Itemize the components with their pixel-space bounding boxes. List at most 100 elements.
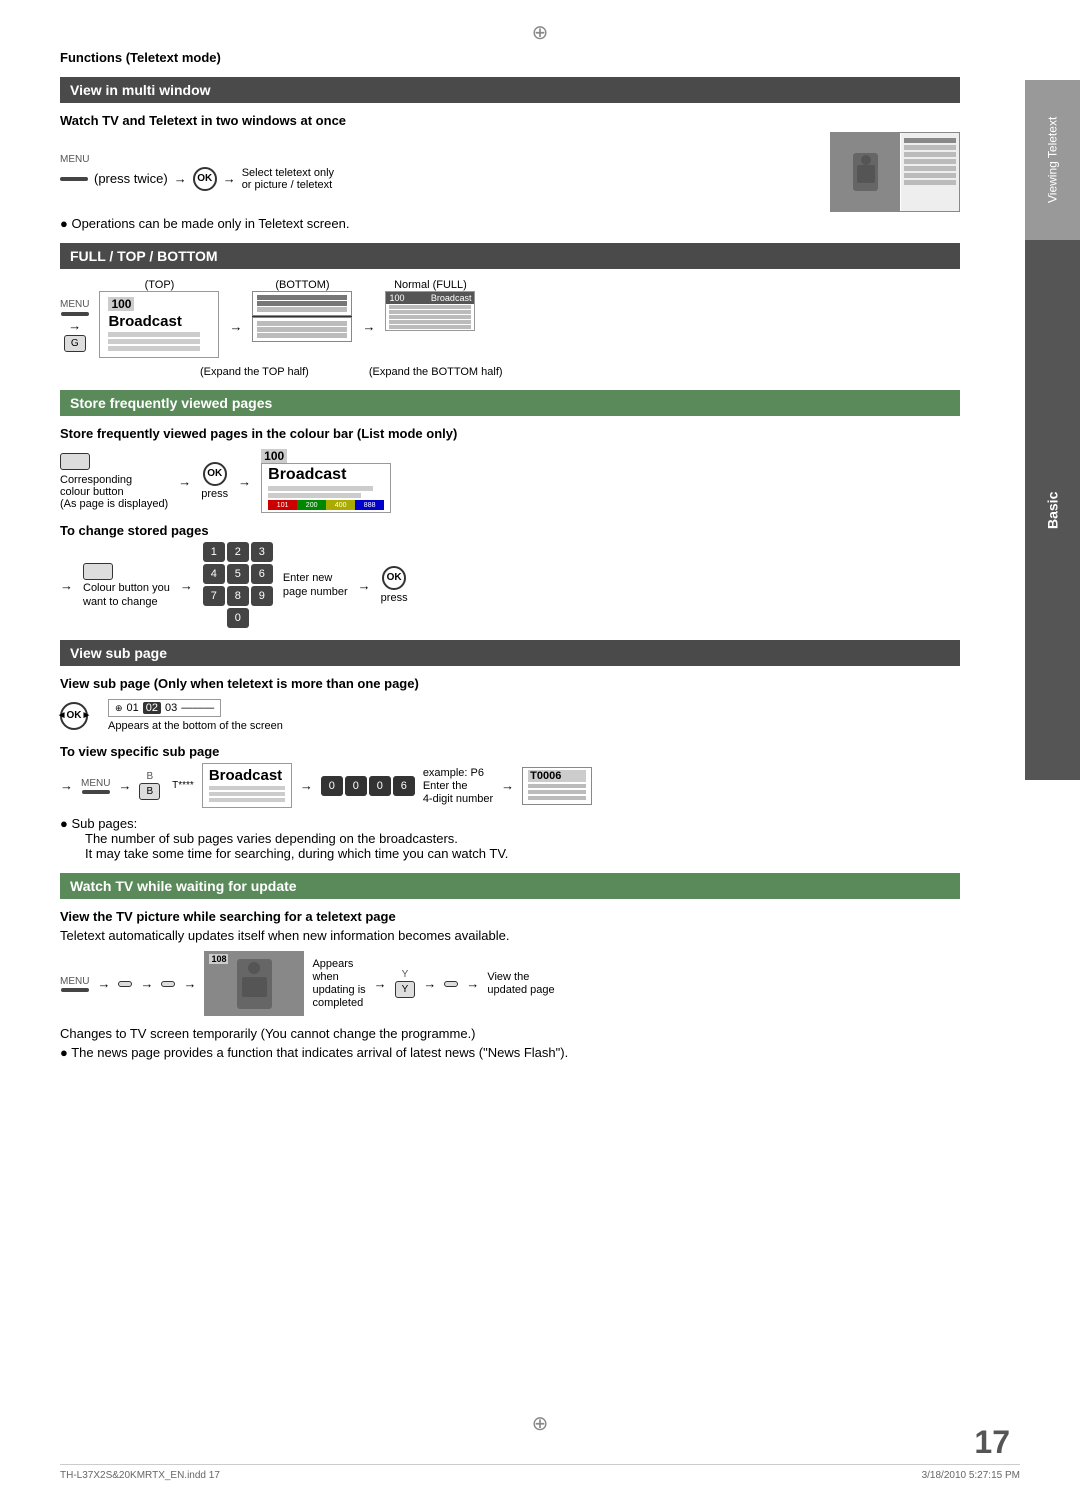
- full-top-bottom-header: FULL / TOP / BOTTOM: [60, 243, 960, 269]
- dual-window-illustration: [830, 132, 960, 212]
- sidebar-viewing-teletext: Viewing Teletext: [1025, 80, 1080, 240]
- digit-0-3[interactable]: 0: [369, 776, 391, 796]
- nav-btn-wt1[interactable]: [118, 981, 132, 987]
- key-5[interactable]: 5: [227, 564, 249, 584]
- specific-sub-diagram: → MENU → B B T**** Broadcast: [60, 763, 960, 808]
- menu-label: MENU: [60, 154, 89, 165]
- menu-btn-ss[interactable]: [82, 790, 110, 794]
- expand-bottom-label: (Expand the BOTTOM half): [369, 366, 503, 378]
- watch-tv-header: Watch TV while waiting for update: [60, 873, 960, 899]
- functions-title-section: Functions (Teletext mode): [60, 50, 960, 65]
- top-half-box: [252, 291, 352, 316]
- view-sub-page-subtitle: View sub page (Only when teletext is mor…: [60, 676, 960, 691]
- change-stored-title: To change stored pages: [60, 523, 960, 538]
- menu-button[interactable]: [60, 177, 88, 181]
- ok-button-multi[interactable]: OK: [193, 167, 217, 191]
- digit-label: 4-digit number: [423, 793, 493, 805]
- appears-wt: Appears: [312, 958, 365, 970]
- menu-btn-wt[interactable]: [61, 988, 89, 992]
- key-1[interactable]: 1: [203, 542, 225, 562]
- y-label-wt: Y: [402, 969, 409, 980]
- arrow-ftb3: →: [362, 319, 375, 334]
- bottom-half-box: [252, 317, 352, 342]
- view-label-wt: View the: [487, 971, 554, 983]
- broadcast-box-top: 100 Broadcast: [99, 291, 219, 358]
- watch-tv-subtitle: View the TV picture while searching for …: [60, 909, 960, 924]
- subpage-indicator: ⊕ 01 02 03 ———: [108, 699, 221, 717]
- page-footer: TH-L37X2S&20KMRTX_EN.indd 17 3/18/2010 5…: [60, 1464, 1020, 1481]
- arrow-sp2: →: [238, 474, 251, 489]
- full-top-bottom-section: FULL / TOP / BOTTOM MENU → G (TOP) 100 B…: [60, 243, 960, 378]
- key-0[interactable]: 0: [227, 608, 249, 628]
- changes-note: Changes to TV screen temporarily (You ca…: [60, 1026, 960, 1041]
- ftb-menu-label: MENU: [60, 299, 89, 310]
- sub-page-nav-diagram: ◄OK► ⊕ 01 02 03 ——— Appears at the botto…: [60, 699, 960, 732]
- b-btn-ss[interactable]: B: [139, 783, 160, 800]
- ok-btn-sp[interactable]: OK: [203, 462, 227, 486]
- nav-btn-wt3[interactable]: [444, 981, 458, 987]
- page-108-badge: 108: [209, 954, 228, 964]
- right-sidebar: Viewing Teletext Basic: [1025, 80, 1080, 780]
- page-wrapper: ⊕ Viewing Teletext Basic Functions (Tele…: [0, 0, 1080, 1491]
- y-btn-wt[interactable]: Y: [395, 981, 416, 998]
- arrow-sp1: →: [178, 474, 191, 489]
- bottom-label: (BOTTOM): [275, 279, 329, 291]
- footer-left: TH-L37X2S&20KMRTX_EN.indd 17: [60, 1470, 220, 1481]
- specific-sub-title: To view specific sub page: [60, 744, 960, 759]
- broadcast-store-box: 100 Broadcast 101 200: [261, 449, 391, 513]
- ok-btn-ch[interactable]: OK: [382, 566, 406, 590]
- nav-btn-wt2[interactable]: [161, 981, 175, 987]
- corresponding-label: Corresponding: [60, 474, 168, 486]
- change-colour-btn[interactable]: [83, 563, 113, 580]
- or-label: or picture / teletext: [242, 179, 334, 191]
- left-nav-btn[interactable]: ◄OK►: [60, 702, 88, 730]
- key-9[interactable]: 9: [251, 586, 273, 606]
- watch-tv-diagram: MENU → → → 108 Appears: [60, 951, 960, 1016]
- sub-pages-note: ● Sub pages: The number of sub pages var…: [60, 816, 960, 861]
- colour-btn-display[interactable]: [60, 453, 90, 470]
- crosshair-top: ⊕: [532, 20, 549, 45]
- arrow-ss2: →: [300, 778, 313, 793]
- store-pages-diagram: Corresponding colour button (As page is …: [60, 449, 960, 513]
- key-2[interactable]: 2: [227, 542, 249, 562]
- key-3[interactable]: 3: [251, 542, 273, 562]
- key-6[interactable]: 6: [251, 564, 273, 584]
- enter-label: Enter the: [423, 780, 493, 792]
- menu-label-wt: MENU: [60, 976, 89, 987]
- functions-title: Functions (Teletext mode): [60, 50, 221, 65]
- key-8[interactable]: 8: [227, 586, 249, 606]
- press-label2: press: [381, 592, 408, 604]
- as-page-label: (As page is displayed): [60, 498, 168, 510]
- key-4[interactable]: 4: [203, 564, 225, 584]
- t0006-box: T0006: [522, 767, 592, 805]
- page-number: 17: [974, 1424, 1010, 1461]
- key-7[interactable]: 7: [203, 586, 225, 606]
- page-number-label: page number: [283, 586, 348, 598]
- updated-label-wt: updated page: [487, 984, 554, 996]
- arrow-ch2: →: [358, 578, 371, 593]
- store-pages-note: (List mode only): [357, 426, 457, 441]
- normal-full-label: Normal (FULL): [394, 279, 467, 291]
- main-content: Functions (Teletext mode) View in multi …: [60, 50, 960, 1060]
- broadcast-title-sp: Broadcast: [268, 466, 384, 484]
- updating-wt: updating is: [312, 984, 365, 996]
- digit-0-2[interactable]: 0: [345, 776, 367, 796]
- view-multi-header: View in multi window: [60, 77, 960, 103]
- press-label: press: [201, 488, 228, 500]
- page-num-100-sp: 100: [261, 449, 287, 463]
- digit-6[interactable]: 6: [393, 776, 415, 796]
- arrow-wt6: →: [466, 976, 479, 991]
- ftb-menu-btn[interactable]: [61, 312, 89, 316]
- arrow-ch0: →: [60, 578, 73, 593]
- watch-tv-section: Watch TV while waiting for update View t…: [60, 873, 960, 1060]
- example-label: example: P6: [423, 767, 493, 779]
- normal-full-box: 100 Broadcast: [385, 291, 475, 331]
- arrow-wt5: →: [423, 976, 436, 991]
- broadcast-display: Broadcast 101 200 400: [261, 463, 391, 513]
- digit-0-1[interactable]: 0: [321, 776, 343, 796]
- arrow-ftb2: →: [229, 319, 242, 334]
- completed-wt: completed: [312, 997, 365, 1009]
- arrow-wt1: →: [97, 976, 110, 991]
- ftb-g-btn[interactable]: G: [64, 335, 86, 352]
- arrow-ss3: →: [501, 778, 514, 793]
